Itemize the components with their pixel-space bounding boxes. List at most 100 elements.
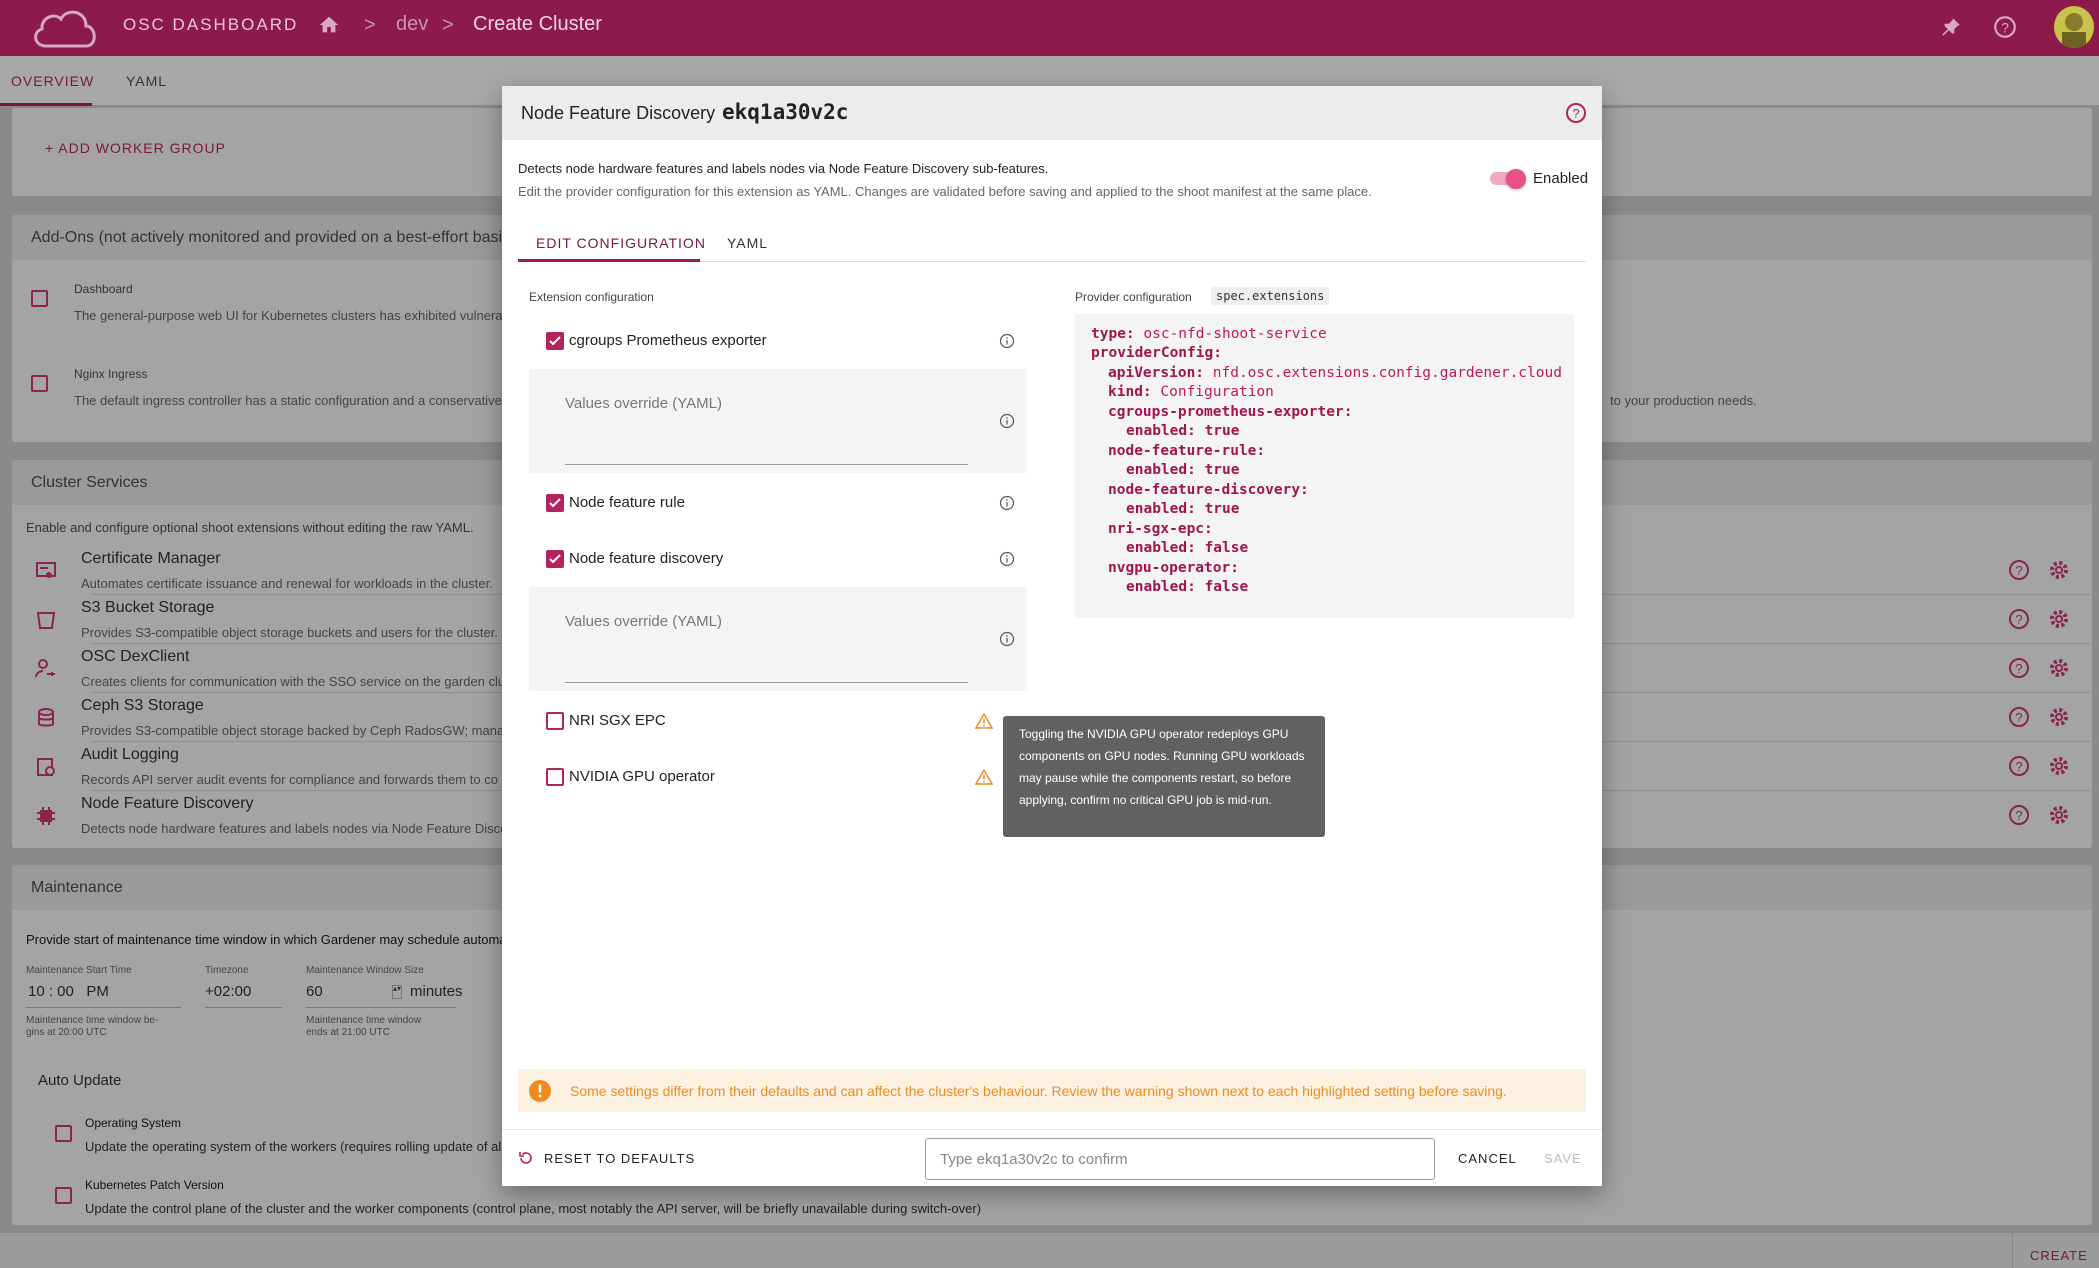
yaml-key: nvgpu-operator:: [1108, 560, 1239, 576]
svg-text:?: ?: [1572, 106, 1579, 121]
dialog-header: Node Feature Discovery ekq1a30v2c ?: [502, 86, 1602, 140]
gear-icon[interactable]: [2047, 803, 2071, 827]
yaml-key: nri-sgx-epc:: [1108, 521, 1213, 537]
dialog-subdescription: Edit the provider configuration for this…: [518, 184, 1372, 199]
values-override-cgroups[interactable]: Values override (YAML): [529, 369, 1027, 473]
active-tab-indicator: [0, 103, 92, 106]
certificate-icon: [36, 562, 56, 578]
svg-text:?: ?: [2001, 19, 2009, 35]
defaults-warning-banner: Some settings differ from their defaults…: [518, 1069, 1586, 1112]
tab-yaml[interactable]: YAML: [126, 73, 167, 89]
help-icon[interactable]: ?: [2007, 558, 2031, 582]
yaml-value: Configuration: [1160, 384, 1274, 400]
feature-checkbox-node-feature-rule[interactable]: [546, 494, 564, 512]
gear-icon[interactable]: [2047, 656, 2071, 680]
tab-yaml[interactable]: YAML: [727, 235, 768, 251]
create-button[interactable]: CREATE: [2030, 1248, 2088, 1263]
values-override-node-feature-discovery[interactable]: Values override (YAML): [529, 587, 1027, 691]
tab-overview[interactable]: OVERVIEW: [11, 73, 94, 89]
service-name: Ceph S3 Storage: [81, 697, 204, 714]
service-name: S3 Bucket Storage: [81, 599, 215, 616]
service-name: Certificate Manager: [81, 550, 221, 567]
pin-icon[interactable]: [1938, 14, 1964, 40]
info-icon[interactable]: [999, 333, 1015, 349]
gear-icon[interactable]: [2047, 558, 2071, 582]
yaml-value: true: [1204, 423, 1240, 439]
top-app-bar: OSC DASHBOARD > dev > Create Cluster ?: [0, 0, 2099, 56]
feature-checkbox-node-feature-discovery[interactable]: [546, 550, 564, 568]
help-icon[interactable]: ?: [2007, 607, 2031, 631]
window-size-label: Maintenance Window Size: [306, 965, 424, 976]
feature-label: NVIDIA GPU operator: [569, 768, 715, 785]
help-icon[interactable]: ?: [2007, 803, 2031, 827]
feature-checkbox-cgroups[interactable]: [546, 332, 564, 350]
gpu-warning-tooltip: Toggling the NVIDIA GPU operator redeplo…: [1003, 716, 1325, 837]
window-size-input[interactable]: 60: [306, 983, 323, 1000]
gear-icon[interactable]: [2047, 754, 2071, 778]
maintenance-title: Maintenance: [31, 879, 123, 896]
yaml-value: false: [1204, 540, 1249, 556]
enabled-label: Enabled: [1533, 170, 1589, 187]
service-desc: Detects node hardware features and label…: [81, 821, 522, 836]
yaml-key: kind:: [1108, 384, 1152, 400]
yaml-value: true: [1204, 462, 1240, 478]
dialog-description: Detects node hardware features and label…: [518, 161, 1049, 176]
stepper-icon[interactable]: ▴▾: [392, 985, 402, 999]
gear-icon[interactable]: [2047, 705, 2071, 729]
yaml-key: node-feature-discovery:: [1108, 482, 1309, 498]
yaml-key: node-feature-rule:: [1108, 443, 1266, 459]
yaml-value: nfd.osc.extensions.config.gardener.cloud: [1212, 365, 1562, 381]
service-name: OSC DexClient: [81, 648, 190, 665]
reset-to-defaults-button[interactable]: RESET TO DEFAULTS: [544, 1151, 695, 1166]
service-desc: Provides S3-compatible object storage ba…: [81, 723, 512, 738]
dialog-cluster-id: ekq1a30v2c: [722, 100, 849, 124]
k8s-update-checkbox[interactable]: [55, 1187, 72, 1204]
help-icon[interactable]: ?: [2007, 754, 2031, 778]
feature-label: Node feature rule: [569, 494, 685, 511]
confirm-input[interactable]: [925, 1138, 1435, 1180]
svg-text:?: ?: [2015, 661, 2022, 676]
info-icon[interactable]: [999, 413, 1015, 429]
addon-nginx-checkbox[interactable]: [31, 375, 48, 392]
yaml-key: type:: [1091, 326, 1135, 342]
breadcrumb-current: Create Cluster: [473, 13, 602, 35]
bucket-icon: [36, 612, 56, 629]
reset-icon[interactable]: [518, 1150, 534, 1166]
feature-checkbox-nri-sgx-epc[interactable]: [546, 712, 564, 730]
start-time-input[interactable]: 10 : 00 PM: [28, 983, 109, 1000]
k8s-update-desc: Update the control plane of the cluster …: [85, 1201, 982, 1216]
addon-dashboard-desc: The general-purpose web UI for Kubernete…: [74, 308, 510, 323]
timezone-input[interactable]: +02:00: [205, 983, 251, 1000]
addons-title: Add-Ons (not actively monitored and prov…: [31, 229, 550, 246]
info-icon[interactable]: [999, 631, 1015, 647]
feature-checkbox-nvidia-gpu-operator[interactable]: [546, 768, 564, 786]
extension-dialog: Node Feature Discovery ekq1a30v2c ? Dete…: [502, 86, 1602, 1186]
user-key-icon: [35, 659, 55, 678]
addon-dashboard-checkbox[interactable]: [31, 290, 48, 307]
save-button[interactable]: SAVE: [1544, 1151, 1582, 1166]
warning-icon[interactable]: [975, 713, 993, 729]
gear-icon[interactable]: [2047, 607, 2071, 631]
yaml-key: enabled:: [1126, 579, 1196, 595]
add-worker-group-button[interactable]: + ADD WORKER GROUP: [45, 140, 226, 156]
help-icon[interactable]: ?: [1564, 101, 1588, 125]
avatar[interactable]: [2054, 6, 2094, 48]
svg-text:?: ?: [2015, 563, 2022, 578]
info-icon[interactable]: [999, 495, 1015, 511]
cloud-logo-icon[interactable]: [28, 6, 100, 52]
cancel-button[interactable]: CANCEL: [1458, 1151, 1517, 1166]
enabled-toggle[interactable]: [1490, 169, 1526, 189]
warning-icon[interactable]: [975, 769, 993, 785]
tab-edit-configuration[interactable]: EDIT CONFIGURATION: [536, 235, 706, 251]
audit-icon: [37, 758, 55, 776]
help-icon[interactable]: ?: [1992, 14, 2018, 40]
info-icon[interactable]: [999, 551, 1015, 567]
help-icon[interactable]: ?: [2007, 705, 2031, 729]
help-icon[interactable]: ?: [2007, 656, 2031, 680]
service-desc: Provides S3-compatible object storage bu…: [81, 625, 498, 640]
home-icon[interactable]: [318, 14, 340, 36]
os-update-checkbox[interactable]: [55, 1125, 72, 1142]
service-desc: Creates clients for communication with t…: [81, 674, 506, 689]
feature-label: cgroups Prometheus exporter: [569, 332, 767, 349]
breadcrumb-project[interactable]: dev: [396, 13, 428, 36]
